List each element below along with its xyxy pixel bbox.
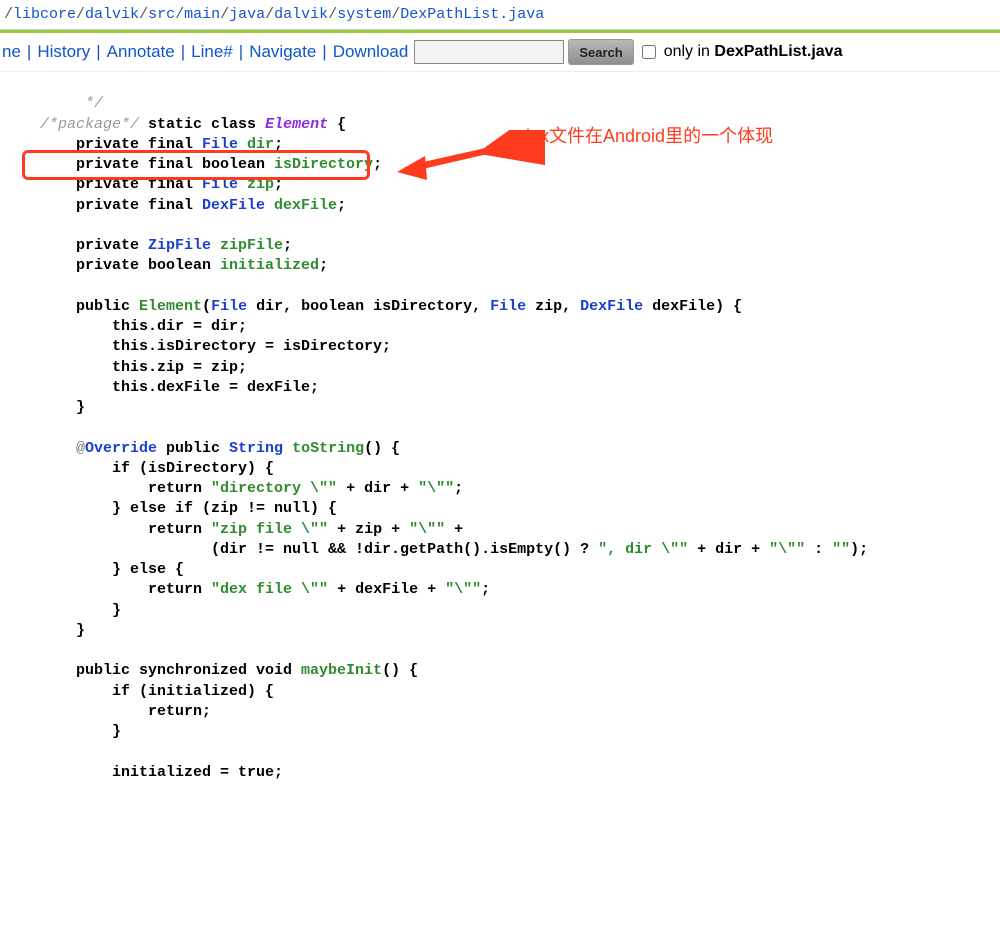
breadcrumb-seg[interactable]: system [337,6,391,23]
toolbar-link-line[interactable]: Line# [191,42,233,62]
only-in-label: only in DexPathList.java [664,43,843,61]
search-button[interactable]: Search [568,39,633,65]
toolbar: ne| History| Annotate| Line#| Navigate| … [0,33,1000,72]
source-code: */ /*package*/ static class Element { pr… [0,72,1000,945]
callout-text: dex文件在Android里的一个体现 [520,124,773,148]
breadcrumb-seg[interactable]: libcore [13,6,76,23]
toolbar-link-navigate[interactable]: Navigate [249,42,316,62]
breadcrumb-file[interactable]: DexPathList.java [400,6,544,23]
breadcrumb-seg[interactable]: dalvik [274,6,328,23]
breadcrumb: /libcore/dalvik/src/main/java/dalvik/sys… [0,0,1000,30]
breadcrumb-seg[interactable]: java [229,6,265,23]
only-in-checkbox[interactable] [642,45,656,59]
breadcrumb-seg[interactable]: src [148,6,175,23]
toolbar-link-0[interactable]: ne [2,42,21,62]
toolbar-link-history[interactable]: History [37,42,90,62]
toolbar-link-download[interactable]: Download [333,42,409,62]
breadcrumb-seg[interactable]: main [184,6,220,23]
search-input[interactable] [414,40,564,64]
breadcrumb-seg[interactable]: dalvik [85,6,139,23]
toolbar-link-annotate[interactable]: Annotate [107,42,175,62]
